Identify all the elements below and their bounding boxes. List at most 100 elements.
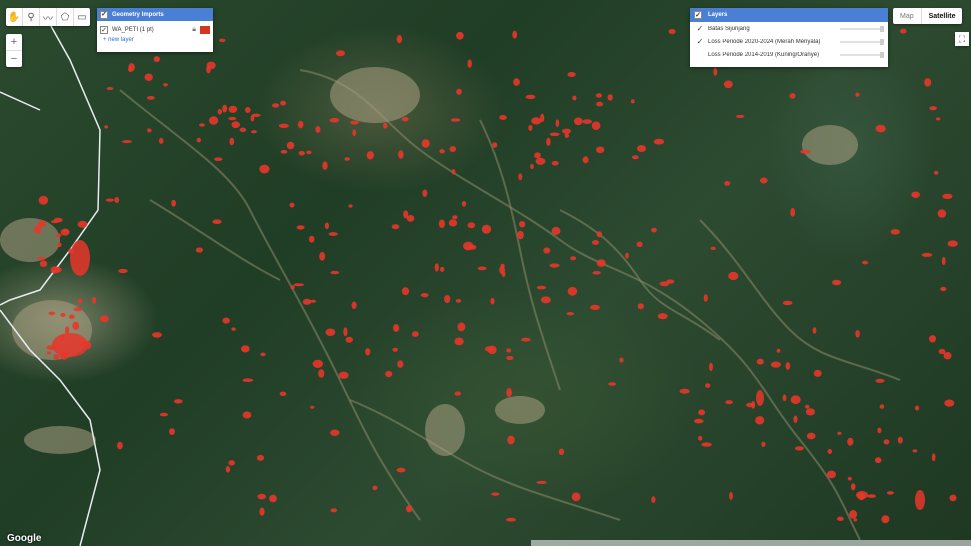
loss-patch bbox=[318, 369, 325, 378]
loss-patch bbox=[543, 247, 551, 254]
loss-patch bbox=[328, 232, 338, 236]
layer-row[interactable]: ✓ Loss Periode 2020-2024 (Merah Menyala) bbox=[690, 35, 888, 48]
loss-patch bbox=[666, 279, 675, 284]
loss-patch bbox=[350, 120, 359, 125]
loss-patch bbox=[70, 240, 90, 276]
google-logo: Google bbox=[7, 533, 42, 544]
loss-patch bbox=[298, 150, 305, 156]
loss-patch bbox=[454, 391, 461, 396]
loss-patch bbox=[490, 297, 495, 305]
geometry-layer-row[interactable]: ✓ WA_PETI (1 pt) 🔒︎ bbox=[97, 21, 213, 36]
map-type-map-button[interactable]: Map bbox=[893, 8, 922, 24]
loss-patch bbox=[756, 390, 764, 406]
river-network bbox=[119, 69, 901, 541]
polyline-icon[interactable]: 〰 bbox=[40, 8, 57, 26]
loss-patch bbox=[259, 164, 270, 174]
loss-patch bbox=[530, 163, 534, 170]
loss-patch bbox=[406, 505, 413, 513]
geometry-layer-checkbox[interactable]: ✓ bbox=[100, 26, 108, 34]
fullscreen-icon[interactable]: ⛶ bbox=[955, 32, 969, 46]
loss-patch bbox=[651, 227, 657, 233]
loss-patch bbox=[506, 388, 512, 397]
loss-patch bbox=[827, 449, 833, 454]
loss-patch bbox=[242, 378, 254, 383]
loss-patch bbox=[897, 436, 903, 444]
loss-patch bbox=[517, 230, 524, 240]
geometry-layer-name[interactable]: WA_PETI (1 pt) bbox=[112, 27, 188, 33]
opacity-slider[interactable] bbox=[840, 51, 884, 58]
loss-patch bbox=[705, 383, 711, 388]
loss-patch bbox=[302, 298, 312, 305]
loss-patch bbox=[518, 173, 523, 181]
loss-patch bbox=[890, 229, 900, 235]
new-layer-link[interactable]: + new layer bbox=[97, 36, 213, 43]
loss-patch bbox=[290, 285, 295, 290]
loss-patch bbox=[549, 132, 560, 137]
loss-patch bbox=[931, 453, 936, 462]
loss-patch bbox=[725, 400, 733, 405]
layers-toggle-checkbox[interactable]: ✓ bbox=[694, 11, 702, 19]
loss-patch bbox=[393, 324, 400, 332]
zoom-out-icon[interactable]: − bbox=[6, 51, 22, 67]
loss-patch bbox=[713, 67, 718, 76]
loss-patch bbox=[853, 518, 858, 522]
loss-patch bbox=[448, 219, 458, 227]
loss-patch bbox=[422, 189, 428, 197]
loss-patch bbox=[782, 394, 787, 402]
layer-checkbox[interactable]: ✓ bbox=[696, 24, 704, 33]
loss-patch bbox=[782, 300, 793, 306]
lock-icon[interactable]: 🔒︎ bbox=[192, 26, 196, 34]
loss-patch bbox=[52, 333, 88, 357]
loss-patch bbox=[770, 361, 781, 368]
opacity-slider[interactable] bbox=[840, 38, 884, 45]
layer-row[interactable]: ✓ Batas Sijunjang bbox=[690, 22, 888, 35]
satellite-map[interactable] bbox=[0, 0, 971, 546]
loss-patch bbox=[72, 321, 80, 330]
loss-patch bbox=[209, 116, 219, 125]
loss-patch bbox=[457, 322, 466, 332]
loss-patch bbox=[710, 246, 716, 250]
loss-patch bbox=[173, 399, 183, 404]
loss-patch bbox=[343, 327, 348, 337]
polygon-icon[interactable]: ⬠ bbox=[57, 8, 74, 26]
layer-checkbox[interactable]: ✓ bbox=[696, 37, 704, 46]
loss-patch bbox=[114, 196, 120, 204]
loss-patch bbox=[383, 122, 388, 129]
layer-color-swatch[interactable] bbox=[200, 26, 210, 34]
hand-icon[interactable]: ✋ bbox=[6, 8, 23, 26]
loss-patch bbox=[625, 252, 629, 259]
geometry-toggle-checkbox[interactable]: ✓ bbox=[100, 10, 108, 19]
rectangle-icon[interactable]: ▭ bbox=[74, 8, 90, 26]
loss-patch bbox=[315, 126, 321, 133]
loss-patch bbox=[206, 61, 216, 70]
loss-patch bbox=[881, 515, 890, 524]
zoom-in-icon[interactable]: + bbox=[6, 34, 22, 51]
geometry-imports-header[interactable]: ✓ Geometry Imports bbox=[97, 8, 213, 21]
loss-patch bbox=[582, 119, 592, 124]
loss-patch bbox=[855, 330, 860, 338]
loss-patch bbox=[38, 195, 49, 205]
loss-patch bbox=[912, 449, 918, 453]
loss-patch bbox=[651, 496, 656, 503]
loss-patch bbox=[562, 128, 571, 134]
layer-row[interactable]: Loss Periode 2014-2019 (Kuning/Oranye) bbox=[690, 48, 888, 61]
loss-patch bbox=[936, 117, 941, 121]
loss-patch bbox=[438, 219, 445, 229]
loss-patch bbox=[512, 30, 518, 39]
loss-patch bbox=[657, 313, 668, 320]
map-overlay bbox=[0, 9, 958, 546]
geometry-imports-title: Geometry Imports bbox=[112, 11, 164, 18]
loss-patch bbox=[566, 312, 574, 316]
loss-patch bbox=[915, 405, 920, 411]
loss-patch bbox=[755, 416, 765, 425]
marker-icon[interactable]: ⚲ bbox=[23, 8, 40, 26]
loss-patch bbox=[694, 418, 704, 424]
layers-header[interactable]: ✓ Layers bbox=[690, 8, 888, 22]
loss-patch bbox=[77, 298, 83, 304]
map-type-satellite-button[interactable]: Satellite bbox=[922, 8, 963, 24]
loss-patch bbox=[929, 335, 936, 343]
loss-patch bbox=[454, 337, 464, 346]
loss-patch bbox=[225, 466, 231, 473]
opacity-slider[interactable] bbox=[840, 25, 884, 32]
loss-patch bbox=[117, 441, 123, 450]
